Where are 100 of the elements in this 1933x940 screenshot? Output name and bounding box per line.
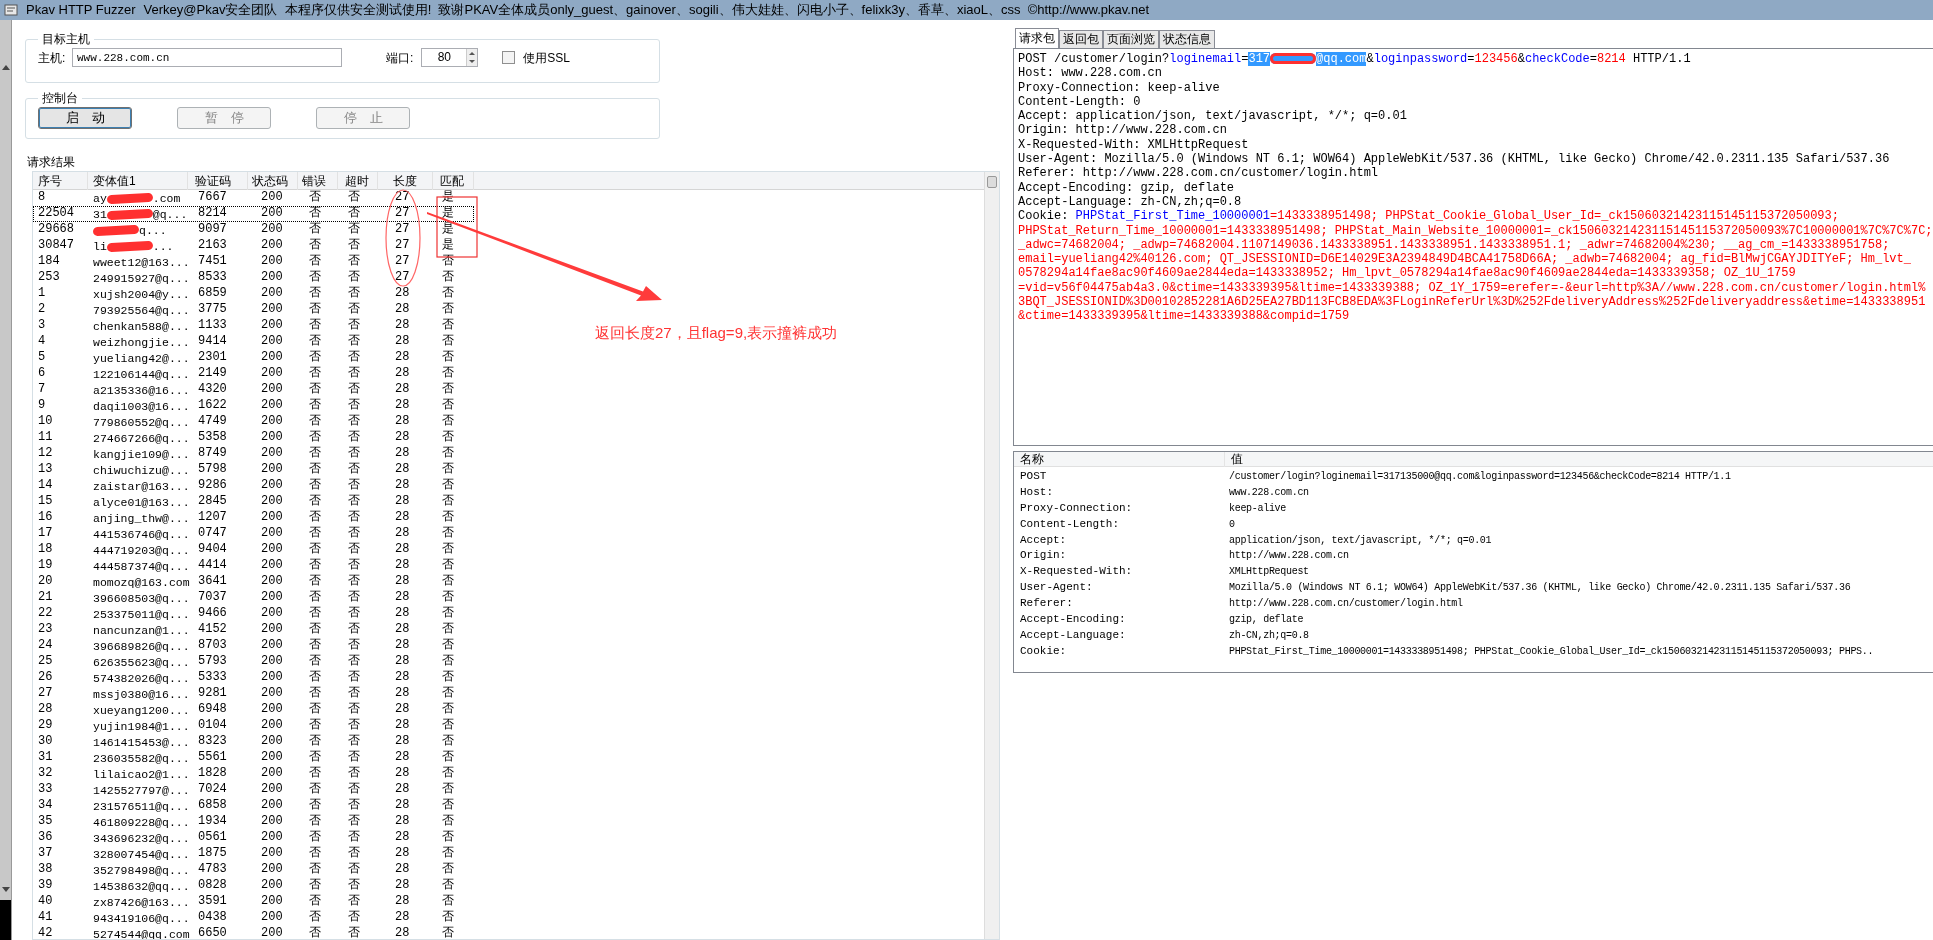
table-row[interactable]: 7 a2135336@16... 4320 200 否 否 28 否 xyxy=(33,382,474,398)
ssl-checkbox[interactable] xyxy=(502,51,516,64)
down-arrow-icon[interactable] xyxy=(1,887,10,892)
table-cell-text: 200 xyxy=(260,590,284,606)
table-row[interactable]: 20 momozq@163.com 3641 200 否 否 28 否 xyxy=(33,574,474,590)
port-field[interactable]: 80 xyxy=(421,48,479,67)
table-cell-text: 200 xyxy=(260,286,284,302)
table-row[interactable]: 26 574382026@q... 5333 200 否 否 28 否 xyxy=(33,670,474,686)
table-row[interactable]: 16 anjing_thw@... 1207 200 否 否 28 否 xyxy=(33,510,474,526)
table-cell-text: 200 xyxy=(260,878,284,894)
table-cell-text: 32 xyxy=(37,766,54,782)
table-row[interactable]: 28 xueyang1200... 6948 200 否 否 28 否 xyxy=(33,702,474,718)
table-row[interactable]: 40 zx87426@163... 3591 200 否 否 28 否 xyxy=(33,894,474,910)
table-row[interactable]: 39 14538632@qq... 0828 200 否 否 28 否 xyxy=(33,878,474,894)
table-cell-text: 8214 xyxy=(197,206,228,222)
table-row[interactable]: 23 nancunzan@1... 4152 200 否 否 28 否 xyxy=(33,622,474,638)
table-row[interactable]: 32 lilaicao2@1... 1828 200 否 否 28 否 xyxy=(33,766,474,782)
table-row[interactable]: 19 444587374@q... 4414 200 否 否 28 否 xyxy=(33,558,474,574)
column-header[interactable]: 值 xyxy=(1225,452,1933,467)
tab[interactable]: 返回包 xyxy=(1059,30,1103,48)
table-cell-text: 否 xyxy=(308,910,322,926)
table-row[interactable]: 37 328007454@q... 1875 200 否 否 28 否 xyxy=(33,846,474,862)
table-row[interactable]: 12 kangjie109@... 8749 200 否 否 28 否 xyxy=(33,446,474,462)
table-row[interactable]: 42 5274544@qq.com 6650 200 否 否 28 否 xyxy=(33,926,474,939)
table-cell: ay xyxy=(93,190,107,206)
table-cell-text: 38 xyxy=(37,862,54,878)
table-cell: q... xyxy=(139,222,167,238)
table-row[interactable]: 21 396608503@q... 7037 200 否 否 28 否 xyxy=(33,590,474,606)
table-row[interactable]: 10 779860552@q... 4749 200 否 否 28 否 xyxy=(33,414,474,430)
column-header[interactable]: 验证码 xyxy=(188,172,248,190)
table-cell-text: 否 xyxy=(347,734,361,750)
table-row[interactable]: 36 343696232@q... 0561 200 否 否 28 否 xyxy=(33,830,474,846)
column-header[interactable]: 变体值1 xyxy=(88,172,188,190)
table-row[interactable]: 13 chiwuchizu@... 5798 200 否 否 28 否 xyxy=(33,462,474,478)
column-header[interactable]: 长度 xyxy=(378,172,433,190)
table-row[interactable]: 5 yueliang42@... 2301 200 否 否 28 否 xyxy=(33,350,474,366)
table-row[interactable]: 41 943419106@q... 0438 200 否 否 28 否 xyxy=(33,910,474,926)
scroll-thumb[interactable] xyxy=(987,176,997,188)
table-row[interactable]: 1 xujsh2004@y... 6859 200 否 否 28 否 xyxy=(33,286,474,302)
column-header[interactable]: 状态码 xyxy=(248,172,298,190)
column-header[interactable]: 序号 xyxy=(33,172,88,190)
table-scrollbar[interactable] xyxy=(984,172,999,939)
table-cell-text: 27 xyxy=(394,254,411,270)
table-row[interactable]: 253 249915927@q... 8533 200 否 否 27 否 xyxy=(33,270,474,286)
table-row[interactable]: 18 444719203@q... 9404 200 否 否 28 否 xyxy=(33,542,474,558)
table-row[interactable]: 24 396689826@q... 8703 200 否 否 28 否 xyxy=(33,638,474,654)
table-cell-text: 24 xyxy=(37,638,54,654)
table-row[interactable]: 15 alyce01@163... 2845 200 否 否 28 否 xyxy=(33,494,474,510)
table-row[interactable]: 11 274667266@q... 5358 200 否 否 28 否 xyxy=(33,430,474,446)
table-row[interactable]: 30 1461415453@... 8323 200 否 否 28 否 xyxy=(33,734,474,750)
host-field[interactable]: www.228.com.cn xyxy=(72,48,342,67)
table-cell-text: 7024 xyxy=(197,782,228,798)
table-row[interactable]: 8 ay .com 7667 200 否 否 27 是 xyxy=(33,190,474,206)
table-cell-text: 28 xyxy=(394,398,411,414)
column-header[interactable]: 匹配 xyxy=(433,172,474,190)
table-row[interactable]: 38 352798498@q... 4783 200 否 否 28 否 xyxy=(33,862,474,878)
table-cell-text: 否 xyxy=(347,510,361,526)
table-row[interactable]: 31 236035582@q... 5561 200 否 否 28 否 xyxy=(33,750,474,766)
table-cell-text: 28 xyxy=(394,462,411,478)
table-row[interactable]: 30847 li ... 2163 200 否 否 27 是 xyxy=(33,238,474,254)
table-row[interactable]: 14 zaistar@163... 9286 200 否 否 28 否 xyxy=(33,478,474,494)
table-row[interactable]: 3 chenkan588@... 1133 200 否 否 28 否 xyxy=(33,318,474,334)
column-header[interactable]: 名称 xyxy=(1014,452,1225,467)
table-row[interactable]: 29 yujin1984@1... 0104 200 否 否 28 否 xyxy=(33,718,474,734)
table-cell-text: 200 xyxy=(260,366,284,382)
spin-up-icon[interactable] xyxy=(469,51,476,55)
table-cell-text: 2301 xyxy=(197,350,228,366)
table-row[interactable]: 29668 q... 9097 200 否 否 27 是 xyxy=(33,222,474,238)
table-cell-text: 39 xyxy=(37,878,54,894)
table-row[interactable]: 22 253375011@q... 9466 200 否 否 28 否 xyxy=(33,606,474,622)
console-button[interactable]: 启 动 xyxy=(38,107,132,129)
table-cell-text: 否 xyxy=(308,734,322,750)
table-cell-text: 否 xyxy=(441,478,455,494)
table-row[interactable]: 25 626355623@q... 5793 200 否 否 28 否 xyxy=(33,654,474,670)
up-arrow-icon[interactable] xyxy=(1,65,10,70)
request-line: X-Requested-With: XMLHttpRequest xyxy=(1018,137,1250,153)
tab[interactable]: 页面浏览 xyxy=(1103,30,1159,48)
spin-down-icon[interactable] xyxy=(469,60,476,64)
table-cell: li xyxy=(93,238,107,254)
table-row[interactable]: 9 daqi1003@16... 1622 200 否 否 28 否 xyxy=(33,398,474,414)
table-row[interactable]: 2 793925564@q... 3775 200 否 否 28 否 xyxy=(33,302,474,318)
request-text-area[interactable] xyxy=(1013,48,1933,446)
tab[interactable]: 状态信息 xyxy=(1159,30,1215,48)
column-header[interactable]: 错误 xyxy=(298,172,338,190)
table-cell-text: 否 xyxy=(347,574,361,590)
table-row[interactable]: 35 461809228@q... 1934 200 否 否 28 否 xyxy=(33,814,474,830)
tab[interactable]: 请求包 xyxy=(1015,28,1059,48)
table-cell: momozq@163.com xyxy=(93,574,190,590)
table-row[interactable]: 184 wweet12@163... 7451 200 否 否 27 否 xyxy=(33,254,474,270)
table-row[interactable]: 33 1425527797@... 7024 200 否 否 28 否 xyxy=(33,782,474,798)
table-row[interactable]: 17 441536746@q... 0747 200 否 否 28 否 xyxy=(33,526,474,542)
table-row[interactable]: 4 weizhongjie... 9414 200 否 否 28 否 xyxy=(33,334,474,350)
column-header[interactable]: 超时 xyxy=(338,172,378,190)
table-row[interactable]: 34 231576511@q... 6858 200 否 否 28 否 xyxy=(33,798,474,814)
table-cell-text: 否 xyxy=(308,430,322,446)
table-row[interactable]: 27 mssj0380@16... 9281 200 否 否 28 否 xyxy=(33,686,474,702)
table-cell-text: 否 xyxy=(308,878,322,894)
table-row[interactable]: 6 122106144@q... 2149 200 否 否 28 否 xyxy=(33,366,474,382)
table-cell-text: 否 xyxy=(441,574,455,590)
table-row[interactable]: 22504 31 @q... 8214 200 否 否 27 是 xyxy=(33,206,474,222)
